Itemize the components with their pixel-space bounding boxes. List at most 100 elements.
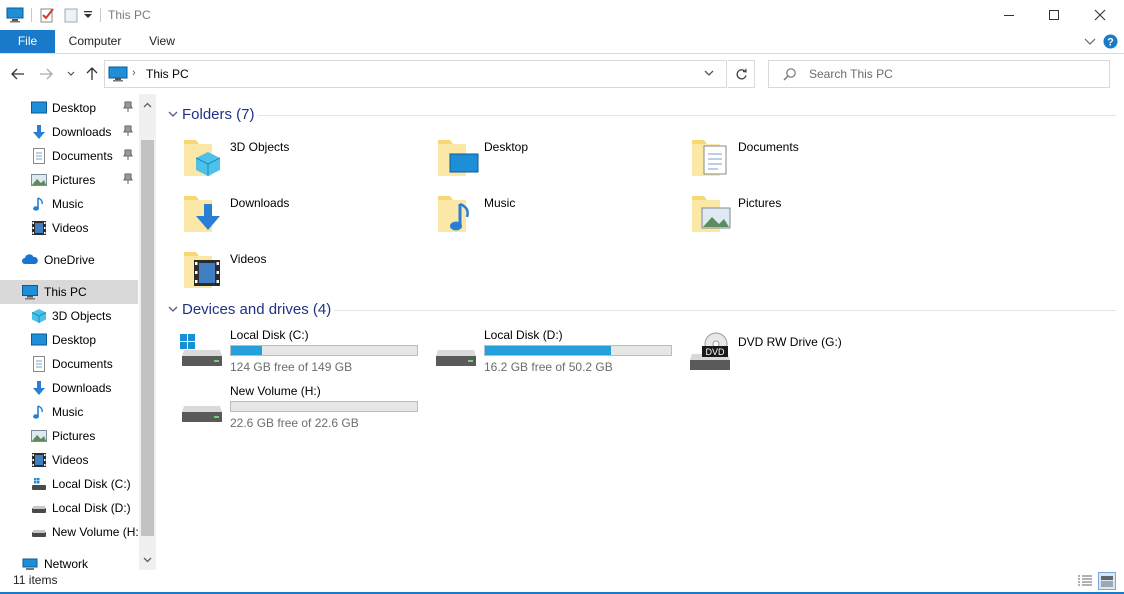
new-folder-icon[interactable] [63, 7, 79, 23]
drive-free-space: 22.6 GB free of 22.6 GB [230, 416, 359, 430]
windows-drive-icon [178, 332, 226, 372]
scroll-up-icon[interactable] [139, 96, 156, 113]
pin-icon[interactable] [123, 149, 133, 164]
sidebar-item-label: Music [52, 405, 84, 419]
sidebar-item-local-disk-c[interactable]: Local Disk (C:) [0, 472, 138, 496]
sidebar-item-videos[interactable]: Videos [0, 216, 138, 240]
drive-icon [31, 476, 47, 492]
folder-label: Pictures [738, 196, 782, 210]
sidebar-item-label: Local Disk (D:) [52, 501, 131, 515]
sidebar-item-desktop[interactable]: Desktop [0, 96, 138, 120]
sidebar-item-downloads[interactable]: Downloads [0, 120, 138, 144]
drive-icon [31, 500, 47, 516]
navigation-bar: › This PC Search This PC [0, 54, 1124, 94]
sidebar-item-label: Music [52, 197, 84, 211]
details-view-icon[interactable] [1076, 572, 1094, 590]
status-bar: 11 items [0, 570, 1124, 592]
breadcrumb[interactable]: This PC [146, 67, 189, 81]
recent-locations-button[interactable] [62, 66, 80, 82]
sidebar-item-videos[interactable]: Videos [0, 448, 138, 472]
collapse-chevron-icon[interactable] [166, 302, 180, 316]
scroll-down-icon[interactable] [139, 551, 156, 568]
refresh-button[interactable] [728, 60, 755, 88]
search-input[interactable]: Search This PC [809, 67, 893, 81]
group-header-devices[interactable]: Devices and drives (4) [166, 299, 331, 319]
minimize-button[interactable] [986, 0, 1032, 30]
sidebar-item-3d-objects[interactable]: 3D Objects [0, 304, 138, 328]
drive-free-space: 16.2 GB free of 50.2 GB [484, 360, 613, 374]
svg-text:?: ? [1107, 37, 1114, 49]
address-history-dropdown-icon[interactable] [703, 67, 715, 82]
breadcrumb-chevron-icon[interactable]: › [132, 67, 136, 79]
folder-label: Videos [230, 252, 267, 266]
group-divider [334, 310, 1116, 311]
pin-icon[interactable] [123, 173, 133, 188]
drive-dvd-rw-g[interactable]: DVD DVD RW Drive (G:) [686, 328, 936, 378]
pin-icon[interactable] [123, 125, 133, 140]
collapse-chevron-icon[interactable] [166, 107, 180, 121]
dvd-badge: DVD [705, 347, 725, 357]
sidebar-item-onedrive[interactable]: OneDrive [0, 248, 138, 272]
documents-folder-icon [690, 134, 734, 178]
folder-pictures[interactable]: Pictures [690, 190, 930, 240]
expand-ribbon-icon[interactable] [1084, 36, 1096, 50]
group-divider [258, 115, 1116, 116]
tab-view[interactable]: View [136, 30, 188, 53]
forward-button[interactable] [37, 66, 55, 82]
sidebar-item-music[interactable]: Music [0, 400, 138, 424]
folder-3d-objects[interactable]: 3D Objects [182, 134, 422, 184]
large-icons-view-icon[interactable] [1098, 572, 1116, 590]
maximize-button[interactable] [1031, 0, 1077, 30]
sidebar-item-pictures[interactable]: Pictures [0, 168, 138, 192]
sidebar-item-pictures[interactable]: Pictures [0, 424, 138, 448]
sidebar-item-new-volume-h[interactable]: New Volume (H: [0, 520, 139, 544]
sidebar-item-documents[interactable]: Documents [0, 352, 138, 376]
dvd-drive-icon: DVD [686, 332, 734, 372]
tab-file[interactable]: File [0, 30, 55, 53]
help-icon[interactable]: ? [1103, 34, 1118, 52]
drive-icon [432, 332, 480, 372]
properties-icon[interactable] [39, 7, 55, 23]
search-box[interactable]: Search This PC [768, 60, 1110, 88]
address-bar[interactable]: › This PC [104, 60, 727, 88]
sidebar-item-music[interactable]: Music [0, 192, 138, 216]
tab-computer[interactable]: Computer [58, 30, 132, 53]
pictures-icon [31, 172, 47, 188]
drive-usage-fill [231, 346, 263, 355]
drive-local-disk-c[interactable]: Local Disk (C:) 124 GB free of 149 GB [178, 328, 428, 378]
pin-icon[interactable] [123, 101, 133, 116]
music-icon [31, 404, 47, 420]
navigation-pane: Desktop Downloads Documents Pictures Mus… [0, 94, 156, 571]
drive-label: Local Disk (C:) [230, 328, 309, 342]
sidebar-item-documents[interactable]: Documents [0, 144, 138, 168]
videos-icon [31, 452, 47, 468]
back-button[interactable] [9, 66, 27, 82]
folder-label: Desktop [484, 140, 529, 154]
pictures-folder-icon [690, 190, 734, 234]
drive-free-space: 124 GB free of 149 GB [230, 360, 353, 374]
sidebar-item-local-disk-d[interactable]: Local Disk (D:) [0, 496, 138, 520]
sidebar-item-this-pc[interactable]: This PC [0, 280, 138, 304]
up-button[interactable] [83, 66, 101, 82]
folder-documents[interactable]: Documents [690, 134, 930, 184]
drive-usage-bar [230, 345, 418, 356]
sidebar-item-label: Network [44, 557, 89, 571]
sidebar-item-label: Documents [52, 149, 113, 163]
this-pc-icon [6, 7, 24, 23]
folder-videos[interactable]: Videos [182, 246, 422, 296]
drive-local-disk-d[interactable]: Local Disk (D:) 16.2 GB free of 50.2 GB [432, 328, 682, 378]
drive-new-volume-h[interactable]: New Volume (H:) 22.6 GB free of 22.6 GB [178, 384, 428, 434]
drive-usage-bar [484, 345, 672, 356]
folder-desktop[interactable]: Desktop [436, 134, 676, 184]
sidebar-item-downloads[interactable]: Downloads [0, 376, 138, 400]
close-button[interactable] [1077, 0, 1123, 30]
window-title: This PC [108, 8, 151, 22]
sidebar-scrollbar-thumb[interactable] [141, 140, 154, 536]
folder-music[interactable]: Music [436, 190, 676, 240]
customize-toolbar-icon[interactable] [83, 9, 93, 25]
sidebar-item-desktop[interactable]: Desktop [0, 328, 138, 352]
folder-downloads[interactable]: Downloads [182, 190, 422, 240]
group-header-folders[interactable]: Folders (7) [166, 104, 255, 124]
desktop-icon [31, 332, 47, 348]
sidebar-item-label: Videos [52, 221, 89, 235]
